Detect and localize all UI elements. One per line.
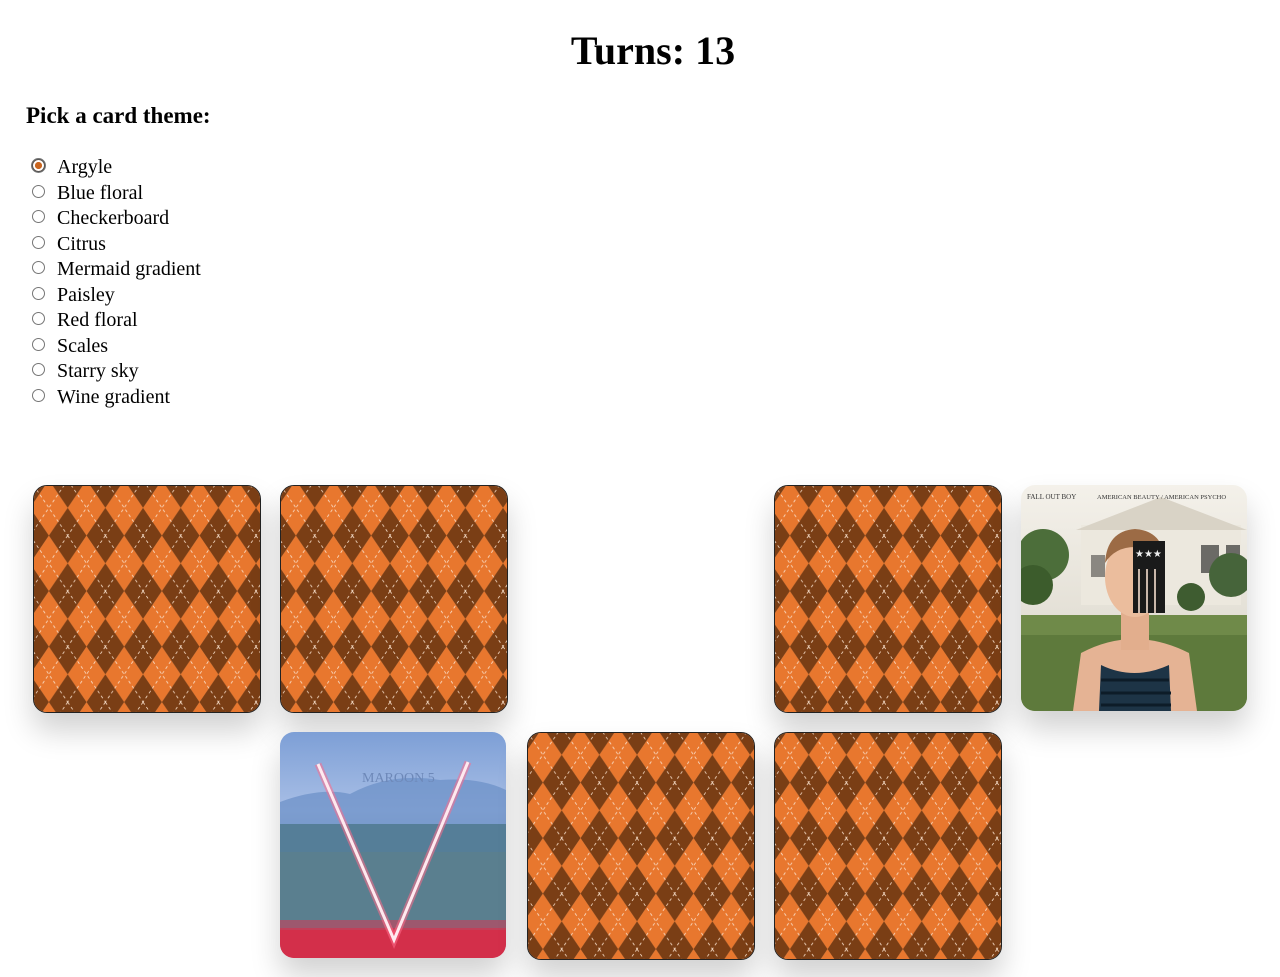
radio-button[interactable] — [32, 235, 45, 249]
fall-out-boy-album-cover: ★★★ FALL OUT BOY AMERICAN BEAUTY / AMERI… — [1021, 485, 1247, 711]
cover-text-album: AMERICAN BEAUTY / AMERICAN PSYCHO — [1097, 494, 1226, 501]
radio-button[interactable] — [32, 388, 45, 402]
radio-button[interactable] — [32, 210, 45, 224]
theme-option-label: Paisley — [57, 283, 115, 306]
theme-option-citrus[interactable]: Citrus — [32, 232, 201, 258]
radio-button[interactable] — [32, 184, 45, 198]
card-face-down[interactable] — [774, 485, 1002, 713]
maroon5-v-album-cover: MAROON 5 — [280, 732, 506, 958]
radio-button[interactable] — [32, 261, 45, 275]
radio-button-selected[interactable] — [32, 159, 45, 173]
radio-button[interactable] — [32, 312, 45, 326]
theme-option-starry-sky[interactable]: Starry sky — [32, 359, 201, 385]
theme-option-label: Citrus — [57, 232, 106, 255]
theme-option-label: Checkerboard — [57, 207, 170, 230]
cover-text-band: FALL OUT BOY — [1027, 493, 1076, 501]
turns-counter: Turns: 13 — [570, 28, 736, 73]
theme-picker-heading: Pick a card theme: — [26, 103, 211, 128]
argyle-card-back — [34, 486, 260, 712]
theme-option-scales[interactable]: Scales — [32, 334, 201, 360]
card-face-up-fall-out-boy[interactable]: ★★★ FALL OUT BOY AMERICAN BEAUTY / AMERI… — [1021, 485, 1247, 711]
theme-option-red-floral[interactable]: Red floral — [32, 308, 201, 334]
card-face-down[interactable] — [774, 732, 1002, 960]
cover-text-band: MAROON 5 — [362, 771, 435, 786]
theme-option-argyle[interactable]: Argyle — [32, 155, 201, 181]
theme-option-checkerboard[interactable]: Checkerboard — [32, 206, 201, 232]
argyle-card-back — [775, 486, 1001, 712]
theme-radio-group: Argyle Blue floral Checkerboard Citrus M… — [32, 155, 201, 410]
theme-option-paisley[interactable]: Paisley — [32, 283, 201, 309]
card-face-up-maroon5[interactable]: MAROON 5 — [280, 732, 506, 958]
theme-option-mermaid-gradient[interactable]: Mermaid gradient — [32, 257, 201, 283]
card-face-down[interactable] — [280, 485, 508, 713]
svg-text:★★★: ★★★ — [1135, 549, 1162, 560]
theme-option-wine-gradient[interactable]: Wine gradient — [32, 385, 201, 411]
argyle-card-back — [775, 733, 1001, 959]
card-face-down[interactable] — [33, 485, 261, 713]
theme-option-blue-floral[interactable]: Blue floral — [32, 181, 201, 207]
card-face-down[interactable] — [527, 732, 755, 960]
radio-button[interactable] — [32, 363, 45, 377]
radio-button[interactable] — [32, 337, 45, 351]
radio-button[interactable] — [32, 286, 45, 300]
theme-option-label: Blue floral — [57, 181, 144, 204]
theme-option-label: Argyle — [57, 156, 113, 179]
theme-option-label: Starry sky — [57, 360, 139, 383]
theme-option-label: Red floral — [57, 309, 138, 332]
theme-option-label: Mermaid gradient — [57, 258, 201, 281]
theme-option-label: Wine gradient — [57, 385, 171, 408]
argyle-card-back — [281, 486, 507, 712]
argyle-card-back — [528, 733, 754, 959]
theme-option-label: Scales — [57, 334, 109, 357]
